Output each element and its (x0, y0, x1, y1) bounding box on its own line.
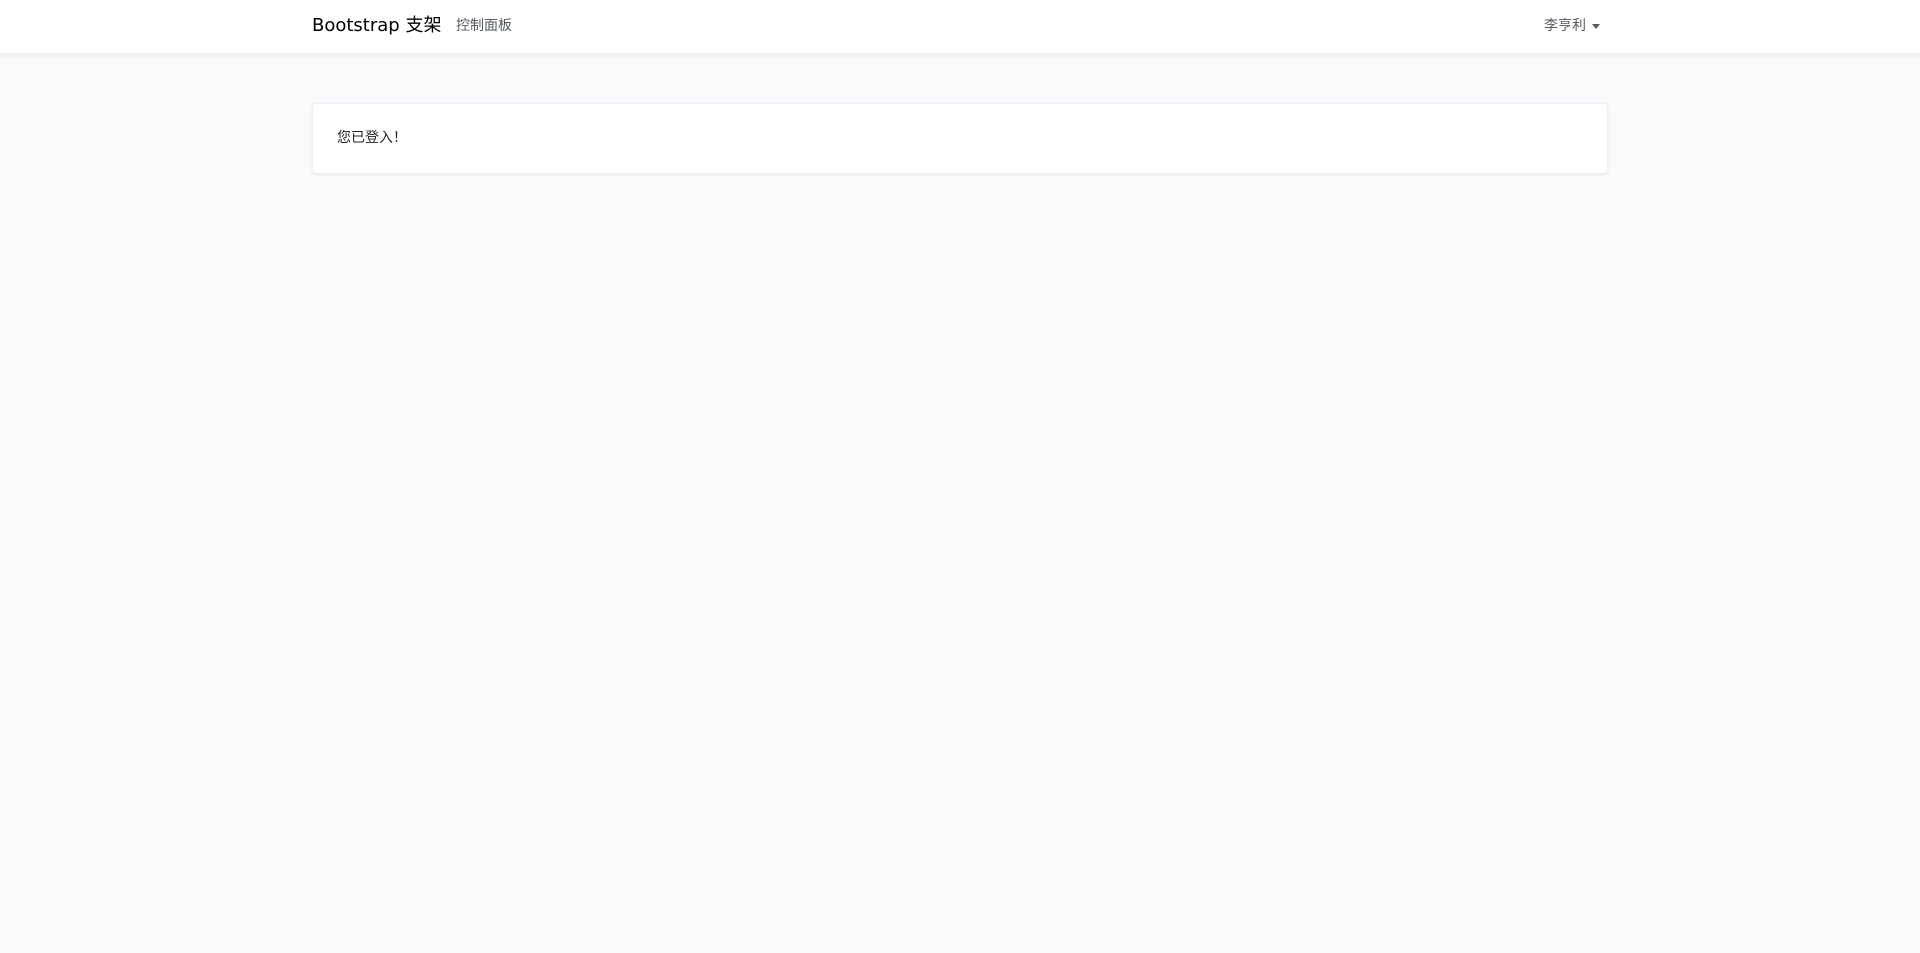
nav-link-dashboard[interactable]: 控制面板 (456, 16, 512, 36)
status-card: 您已登入！ (312, 103, 1608, 174)
caret-down-icon (1592, 23, 1600, 29)
login-status-message: 您已登入！ (337, 130, 407, 146)
top-navbar: Bootstrap 支架 控制面板 李亨利 (0, 0, 1920, 54)
brand-link[interactable]: Bootstrap 支架 (312, 14, 441, 38)
user-name-label: 李亨利 (1544, 18, 1586, 34)
user-menu-toggle[interactable]: 李亨利 (1544, 16, 1600, 36)
